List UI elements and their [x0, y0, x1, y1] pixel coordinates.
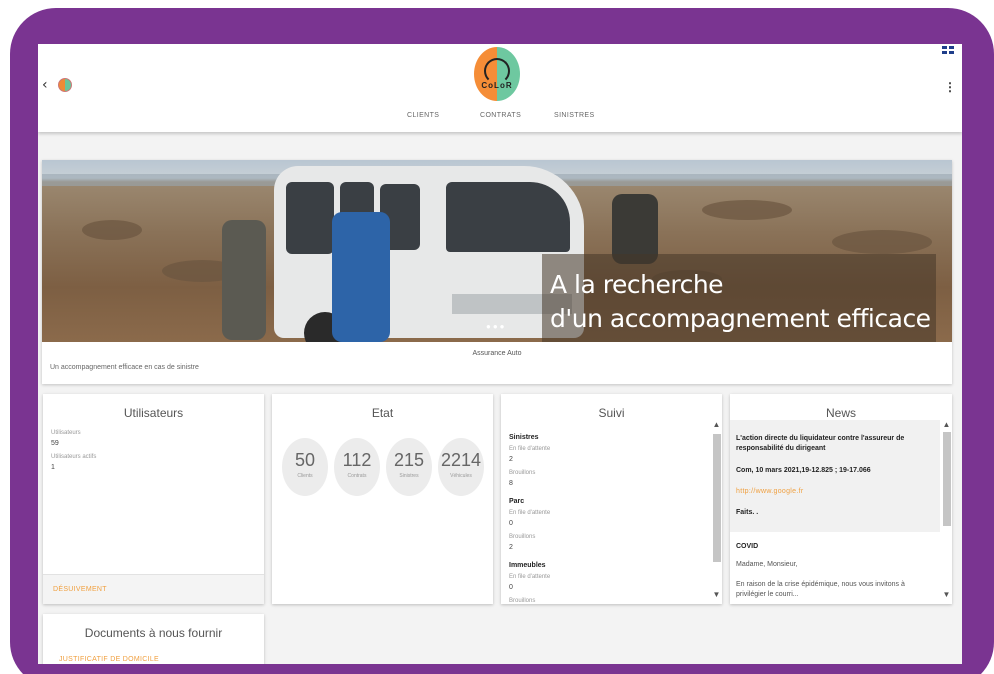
suivi-value: 0 [509, 520, 513, 527]
suivi-label: Brouillons [509, 534, 536, 540]
van-windshield [446, 182, 570, 252]
suivi-label: Brouillons [509, 470, 536, 476]
photo-van [274, 166, 584, 342]
suivi-label: Brouillons [509, 598, 536, 604]
photo-brush [702, 200, 792, 220]
suivi-value: 0 [509, 584, 513, 591]
suivi-group-name: Parc [509, 498, 525, 505]
carousel-dots[interactable]: ●●● [486, 322, 507, 331]
suivi-label: En file d'attente [509, 446, 551, 452]
caption-line-1: A la recherche [550, 270, 724, 299]
news-item-more: Faits. . [736, 509, 759, 516]
card-title: Etat [371, 406, 394, 420]
news-item-text: En raison de la crise épidémique, nous v… [736, 581, 905, 598]
desuivement-link[interactable]: DÉSUIVEMENT [53, 586, 107, 593]
banner-photo[interactable]: A la recherche d'un accompagnement effic… [42, 160, 952, 342]
users-label: Utilisateurs [51, 430, 81, 436]
stat-value: 215 [393, 450, 425, 470]
stat-sinistres[interactable]: 215 Sinistres [386, 438, 432, 496]
nav-contrats[interactable]: CONTRATS [480, 112, 521, 119]
logo-text: CoLoR [481, 81, 513, 90]
chevron-down-icon[interactable]: ▼ [711, 590, 722, 600]
card-title: Utilisateurs [123, 406, 184, 420]
caption-line-2: d'un accompagnement efficace [550, 304, 931, 333]
news-card: News L'action directe du liquidateur con… [730, 394, 952, 604]
van-window [286, 182, 334, 254]
documents-card: Documents à nous fournir JUSTIFICATIF DE… [43, 614, 264, 664]
active-users-value: 1 [51, 464, 55, 471]
suivi-card: Suivi Sinistres En file d'attente 2 Brou… [501, 394, 722, 604]
stat-label: Véhicules [450, 473, 472, 479]
suivi-value: 8 [509, 480, 513, 487]
app-screen: ‹ CoLoR ⋮ CLIENTS CONTRATS SINISTRES A l… [38, 44, 962, 664]
etat-card: Etat 50 Clients 112 Contrats 215 Sinistr… [272, 394, 493, 604]
kebab-menu-icon[interactable]: ⋮ [944, 80, 956, 94]
scroll-thumb[interactable] [713, 434, 721, 562]
news-item-link[interactable]: http://www.google.fr [736, 488, 803, 495]
stat-label: Contrats [347, 473, 367, 479]
stat-contrats[interactable]: 112 Contrats [334, 438, 380, 496]
card-footer: DÉSUIVEMENT [43, 574, 264, 604]
nav-sinistres[interactable]: SINISTRES [554, 112, 595, 119]
app-header: ‹ CoLoR ⋮ CLIENTS CONTRATS SINISTRES [38, 44, 962, 132]
card-title: Suivi [598, 406, 625, 420]
app-mini-logo[interactable] [58, 78, 72, 92]
stat-value: 50 [294, 450, 316, 470]
nav-clients[interactable]: CLIENTS [407, 112, 439, 119]
news-item-title[interactable]: COVID [736, 542, 758, 552]
utilisateurs-card: Utilisateurs Utilisateurs 59 Utilisateur… [43, 394, 264, 604]
suivi-value: 2 [509, 544, 513, 551]
chevron-up-icon[interactable]: ▲ [941, 420, 952, 430]
stat-value: 2214 [440, 450, 482, 470]
news-scrollbar[interactable]: ▲ ▼ [941, 420, 952, 602]
color-logo[interactable]: CoLoR [474, 47, 520, 101]
scroll-thumb[interactable] [943, 432, 951, 526]
documents-link[interactable]: JUSTIFICATIF DE DOMICILE [59, 656, 159, 663]
news-item-ref: Com, 10 mars 2021,19-12.825 ; 19-17.066 [736, 467, 871, 474]
photo-brush [82, 220, 142, 240]
suivi-group-name: Sinistres [509, 434, 539, 441]
banner-title: Assurance Auto [472, 350, 522, 357]
suivi-label: En file d'attente [509, 510, 551, 516]
photo-person [332, 212, 390, 342]
banner-caption: A la recherche d'un accompagnement effic… [542, 254, 936, 342]
news-item-greeting: Madame, Monsieur, [736, 561, 798, 568]
suivi-value: 2 [509, 456, 513, 463]
stat-label: Clients [297, 473, 313, 479]
stat-label: Sinistres [399, 473, 419, 479]
stat-vehicules[interactable]: 2214 Véhicules [438, 438, 484, 496]
chevron-down-icon[interactable]: ▼ [941, 590, 952, 600]
stat-clients[interactable]: 50 Clients [282, 438, 328, 496]
chevron-up-icon[interactable]: ▲ [711, 420, 722, 430]
news-item-active[interactable]: L'action directe du liquidateur contre l… [730, 420, 940, 532]
card-title: News [825, 406, 856, 420]
photo-brush [832, 230, 932, 254]
chevron-left-icon[interactable]: ‹ [42, 77, 48, 93]
uk-flag-icon[interactable] [942, 46, 954, 54]
users-value: 59 [51, 440, 59, 447]
card-title: Documents à nous fournir [84, 626, 223, 640]
photo-person [222, 220, 266, 340]
suivi-scrollbar[interactable]: ▲ ▼ [711, 420, 722, 602]
stat-value: 112 [342, 450, 372, 470]
news-item-title: L'action directe du liquidateur contre l… [736, 435, 905, 452]
active-users-label: Utilisateurs actifs [51, 454, 97, 460]
hero-banner: A la recherche d'un accompagnement effic… [42, 160, 952, 384]
suivi-label: En file d'attente [509, 574, 551, 580]
banner-subtitle: Un accompagnement efficace en cas de sin… [50, 364, 199, 371]
suivi-group-name: Immeubles [509, 562, 546, 569]
